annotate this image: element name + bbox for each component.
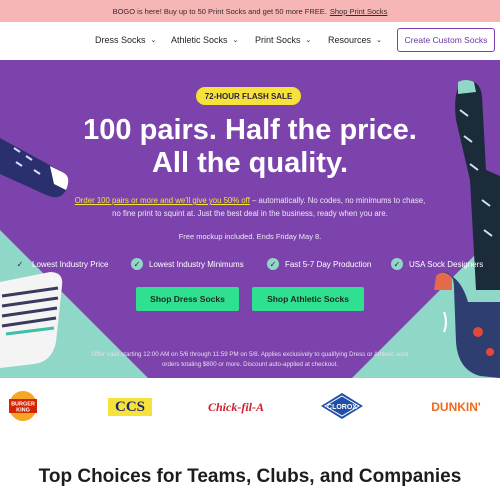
shop-print-socks-link[interactable]: Shop Print Socks (330, 7, 388, 16)
benefit-label: Fast 5-7 Day Production (285, 259, 372, 269)
check-icon: ✓ (131, 258, 143, 270)
nav-label: Resources (328, 35, 372, 45)
benefit-label: Lowest Industry Minimums (149, 259, 244, 269)
ccs-logo: CCS (108, 398, 152, 416)
nav-label: Athletic Socks (171, 35, 228, 45)
dunkin-logo: DUNKIN' (431, 400, 481, 414)
sock-image (0, 272, 63, 368)
discount-link[interactable]: Order 100 pairs or more and we'll give y… (75, 196, 250, 205)
benefit-label: Lowest Industry Price (32, 259, 109, 269)
nav-print-socks[interactable]: Print Socks ⌄ (255, 35, 311, 45)
check-icon: ✓ (267, 258, 279, 270)
benefits-list: ✓ Lowest Industry Price ✓ Lowest Industr… (0, 258, 500, 272)
check-icon: ✓ (391, 258, 403, 270)
hero-section: 72-HOUR FLASH SALE 100 pairs. Half the p… (0, 60, 500, 378)
benefit-label: USA Sock Designers (409, 259, 484, 269)
nav-dress-socks[interactable]: Dress Socks ⌄ (95, 35, 156, 45)
benefit-item: ✓ Fast 5-7 Day Production (267, 258, 371, 270)
shop-dress-socks-button[interactable]: Shop Dress Socks (136, 287, 239, 311)
chevron-down-icon: ⌄ (150, 37, 157, 44)
chevron-down-icon: ⌄ (305, 37, 312, 44)
nav-label: Dress Socks (95, 35, 146, 45)
benefit-item: ✓ USA Sock Designers (391, 258, 483, 270)
logo-text: KING (16, 408, 30, 414)
chevron-down-icon: ⌄ (232, 37, 239, 44)
shop-athletic-socks-button[interactable]: Shop Athletic Socks (252, 287, 364, 311)
nav-label: Print Socks (255, 35, 301, 45)
logo-text: CLOROX (327, 404, 357, 411)
nav-athletic-socks[interactable]: Athletic Socks ⌄ (171, 35, 238, 45)
mockup-note: Free mockup included. Ends Friday May 8. (178, 232, 322, 241)
chevron-down-icon: ⌄ (376, 37, 382, 44)
offer-fine-print: Offer valid starting 12:00 AM on 5/6 thr… (91, 351, 409, 368)
clorox-logo: CLOROX (320, 392, 364, 420)
sock-image (434, 272, 500, 378)
benefit-item: ✓ Lowest Industry Price (14, 258, 108, 270)
create-custom-socks-button[interactable]: Create Custom Socks (397, 28, 495, 52)
benefit-item: ✓ Lowest Industry Minimums (131, 258, 244, 270)
promo-text: BOGO is here! Buy up to 50 Print Socks a… (112, 6, 327, 16)
hero-headline: 100 pairs. Half the price. All the quali… (83, 114, 417, 179)
check-icon: ✓ (14, 258, 26, 270)
sock-image (0, 138, 69, 198)
nav-resources[interactable]: Resources ⌄ (328, 35, 382, 45)
promo-bar: BOGO is here! Buy up to 50 Print Socks a… (0, 0, 500, 22)
chick-fil-a-logo: Chick-fil-A (208, 399, 264, 414)
flash-sale-badge: 72-HOUR FLASH SALE (196, 87, 301, 105)
client-logos: BURGER KING CCS Chick-fil-A CLOROX DUNKI… (0, 378, 500, 436)
main-nav: Dress Socks ⌄ Athletic Socks ⌄ Print Soc… (0, 22, 500, 60)
section-title: Top Choices for Teams, Clubs, and Compan… (38, 466, 462, 487)
burger-king-logo: BURGER KING (8, 390, 38, 422)
hero-subcopy: Order 100 pairs or more and we'll give y… (70, 194, 430, 220)
